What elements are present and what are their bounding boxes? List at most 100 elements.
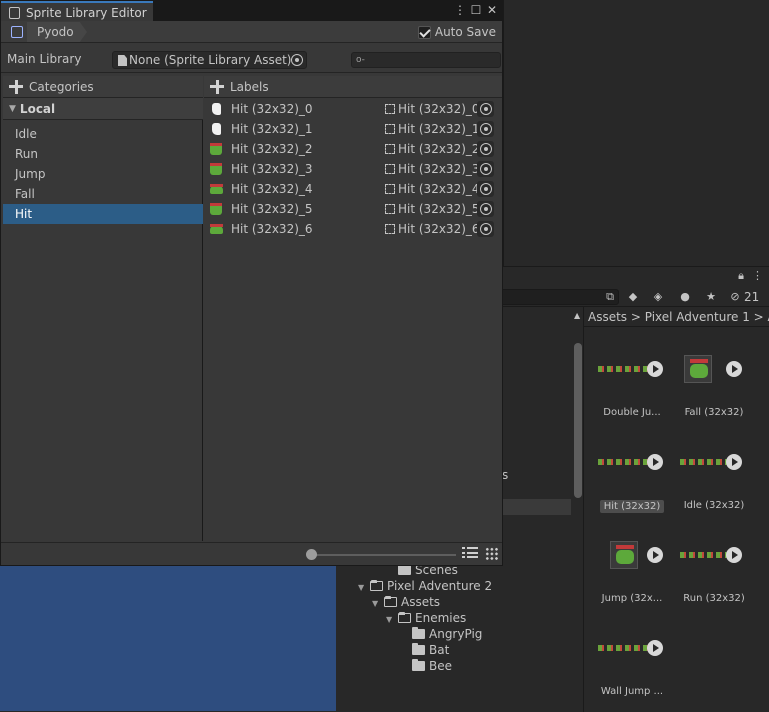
- favorite-star-icon[interactable]: ★: [702, 289, 720, 305]
- label-search-input[interactable]: o-: [351, 52, 501, 68]
- sprite-asset-icon: [385, 144, 395, 154]
- local-group-header[interactable]: ▼ Local: [3, 98, 203, 120]
- category-item-run[interactable]: Run: [3, 144, 203, 164]
- label-sprite-field[interactable]: Hit (32x32)_2: [398, 142, 480, 156]
- asset-tile[interactable]: Jump (32x...: [592, 529, 672, 604]
- label-sprite-field[interactable]: Hit (32x32)_0: [398, 102, 480, 116]
- asset-tile[interactable]: Fall (32x32): [674, 343, 754, 418]
- label-row[interactable]: Hit (32x32)_1 Hit (32x32)_1: [204, 119, 502, 139]
- asset-tile[interactable]: Double Ju...: [592, 343, 672, 418]
- label-name[interactable]: Hit (32x32)_1: [231, 122, 313, 136]
- play-icon[interactable]: [726, 361, 742, 377]
- tree-item[interactable]: ▼ Pixel Adventure 2: [358, 578, 492, 594]
- tree-item[interactable]: ▼ Assets: [372, 594, 440, 610]
- asset-tile[interactable]: Idle (32x32): [674, 436, 754, 511]
- filter-by-type-icon[interactable]: ◆: [624, 289, 642, 305]
- asset-name: Fall (32x32): [684, 407, 744, 418]
- search-by-type-icon[interactable]: ⧉: [601, 289, 619, 305]
- object-picker-icon[interactable]: [291, 54, 303, 66]
- object-picker-icon[interactable]: [477, 181, 494, 197]
- object-picker-icon[interactable]: [477, 101, 494, 117]
- play-icon[interactable]: [726, 547, 742, 563]
- object-picker-icon[interactable]: [477, 221, 494, 237]
- label-sprite-field[interactable]: Hit (32x32)_5: [398, 202, 480, 216]
- label-row[interactable]: Hit (32x32)_0 Hit (32x32)_0: [204, 99, 502, 119]
- filter-by-label-icon[interactable]: ◈: [649, 289, 667, 305]
- frog-sprite-thumbnail: [684, 355, 712, 383]
- label-name[interactable]: Hit (32x32)_3: [231, 162, 313, 176]
- asset-tile[interactable]: Run (32x32): [674, 529, 754, 604]
- asset-name: Jump (32x...: [601, 593, 663, 604]
- labels-panel: Labels Hit (32x32)_0 Hit (32x32)_0 Hit (32…: [204, 76, 502, 541]
- play-icon[interactable]: [647, 547, 663, 563]
- tree-item-label: Enemies: [415, 611, 467, 625]
- label-name[interactable]: Hit (32x32)_0: [231, 102, 313, 116]
- sprite-asset-icon: [385, 124, 395, 134]
- kebab-menu-icon[interactable]: ⋮: [752, 269, 763, 285]
- list-view-icon[interactable]: [462, 547, 478, 561]
- scroll-up-arrow-icon[interactable]: ▲: [574, 311, 580, 320]
- hidden-packages-icon[interactable]: ⊘: [728, 289, 742, 305]
- asset-tile[interactable]: Wall Jump ...: [592, 622, 672, 697]
- maximize-icon[interactable]: ☐: [468, 2, 484, 18]
- sprite-thumbnail: [212, 103, 221, 115]
- play-icon[interactable]: [726, 454, 742, 470]
- category-item-jump[interactable]: Jump: [3, 164, 203, 184]
- object-picker-icon[interactable]: [477, 161, 494, 177]
- auto-save-checkbox[interactable]: [417, 25, 431, 39]
- tree-item[interactable]: Bee: [400, 658, 452, 674]
- label-name[interactable]: Hit (32x32)_2: [231, 142, 313, 156]
- label-sprite-field[interactable]: Hit (32x32)_1: [398, 122, 480, 136]
- label-sprite-field[interactable]: Hit (32x32)_6: [398, 222, 480, 236]
- tree-scroll-thumb[interactable]: [574, 343, 582, 498]
- label-name[interactable]: Hit (32x32)_5: [231, 202, 313, 216]
- folder-icon: [370, 580, 383, 591]
- add-category-plus-icon[interactable]: [9, 79, 23, 94]
- label-row[interactable]: Hit (32x32)_5 Hit (32x32)_5: [204, 199, 502, 219]
- log-icon[interactable]: ●: [676, 289, 694, 305]
- asset-thumbnail: [592, 436, 672, 496]
- auto-save-toggle[interactable]: Auto Save: [417, 24, 496, 40]
- lock-icon[interactable]: 🔒︎: [738, 269, 744, 285]
- thumbnail-size-slider-track[interactable]: [311, 554, 456, 556]
- chevron-down-icon[interactable]: ▼: [372, 596, 384, 612]
- asset-breadcrumb[interactable]: Assets > Pixel Adventure 1 > A: [584, 307, 769, 327]
- chevron-down-icon[interactable]: ▼: [9, 104, 16, 114]
- object-picker-icon[interactable]: [477, 121, 494, 137]
- categories-header: Categories: [3, 76, 203, 98]
- close-icon[interactable]: ✕: [484, 2, 500, 18]
- label-name[interactable]: Hit (32x32)_6: [231, 222, 313, 236]
- category-item-fall[interactable]: Fall: [3, 184, 203, 204]
- category-item-idle[interactable]: Idle: [3, 124, 203, 144]
- category-item-hit[interactable]: Hit: [3, 204, 203, 224]
- label-row[interactable]: Hit (32x32)_3 Hit (32x32)_3: [204, 159, 502, 179]
- thumbnail-size-slider-thumb[interactable]: [306, 549, 317, 560]
- label-row[interactable]: Hit (32x32)_6 Hit (32x32)_6: [204, 219, 502, 239]
- tree-item[interactable]: Bat: [400, 642, 449, 658]
- play-icon[interactable]: [647, 640, 663, 656]
- window-tab[interactable]: Sprite Library Editor: [1, 1, 153, 21]
- tree-scrollbar[interactable]: ▲: [571, 311, 583, 711]
- kebab-menu-icon[interactable]: ⋮: [452, 2, 468, 18]
- label-row[interactable]: Hit (32x32)_2 Hit (32x32)_2: [204, 139, 502, 159]
- hidden-packages-count: 21: [744, 290, 760, 304]
- asset-tile[interactable]: Hit (32x32): [592, 436, 672, 516]
- add-label-plus-icon[interactable]: [210, 79, 224, 94]
- chevron-down-icon[interactable]: ▼: [386, 612, 398, 628]
- label-row[interactable]: Hit (32x32)_4 Hit (32x32)_4: [204, 179, 502, 199]
- object-picker-icon[interactable]: [477, 141, 494, 157]
- main-library-object-field[interactable]: None (Sprite Library Asset): [112, 51, 307, 69]
- asset-name: Double Ju...: [603, 407, 661, 418]
- tree-item[interactable]: ▼ Enemies: [386, 610, 466, 626]
- play-icon[interactable]: [647, 454, 663, 470]
- asset-thumbnail: [592, 529, 672, 589]
- tree-item[interactable]: AngryPig: [400, 626, 482, 642]
- play-icon[interactable]: [647, 361, 663, 377]
- object-picker-icon[interactable]: [477, 201, 494, 217]
- main-library-row: Main Library None (Sprite Library Asset)…: [1, 45, 502, 73]
- label-sprite-field[interactable]: Hit (32x32)_3: [398, 162, 480, 176]
- label-sprite-field[interactable]: Hit (32x32)_4: [398, 182, 480, 196]
- label-name[interactable]: Hit (32x32)_4: [231, 182, 313, 196]
- grid-view-icon[interactable]: [485, 547, 499, 561]
- chevron-down-icon[interactable]: ▼: [358, 580, 370, 596]
